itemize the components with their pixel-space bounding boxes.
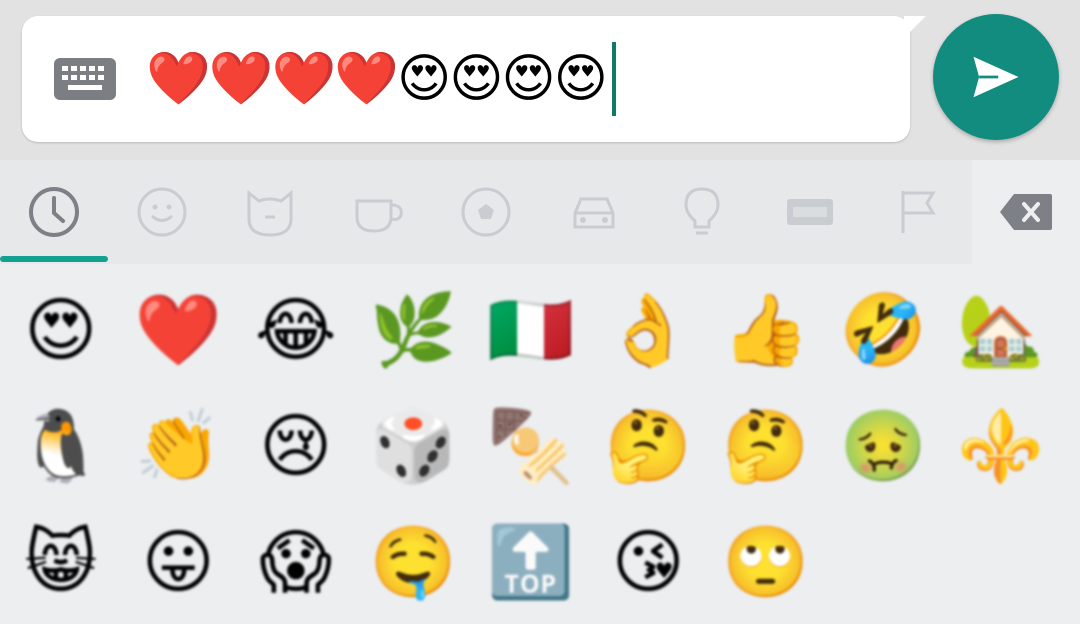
keyboard-icon[interactable] xyxy=(54,58,116,100)
emoji-key[interactable]: 😱 xyxy=(237,504,355,620)
emoji-key[interactable]: 🍢 xyxy=(472,388,590,504)
emoji-key[interactable]: 🤢 xyxy=(825,388,943,504)
send-button[interactable] xyxy=(933,14,1059,140)
emoji-key[interactable]: 🙄 xyxy=(707,504,825,620)
soccer-ball-icon xyxy=(461,187,511,237)
tab-animals[interactable] xyxy=(216,160,324,264)
tab-recent[interactable] xyxy=(0,160,108,264)
backspace-icon xyxy=(1000,194,1052,230)
car-icon xyxy=(573,197,615,229)
symbols-icon xyxy=(787,199,833,225)
emoji-key[interactable]: 🎲 xyxy=(355,388,473,504)
tab-objects[interactable] xyxy=(648,160,756,264)
cat-face-icon xyxy=(247,189,293,237)
emoji-key[interactable]: 👍 xyxy=(707,272,825,388)
tab-activity[interactable] xyxy=(432,160,540,264)
emoji-key[interactable]: 😢 xyxy=(237,388,355,504)
emoji-key[interactable]: 👏 xyxy=(120,388,238,504)
emoji-key[interactable]: 🔝 xyxy=(472,504,590,620)
emoji-key[interactable]: 🤔 xyxy=(590,388,708,504)
smiley-icon xyxy=(137,187,187,237)
tab-food[interactable] xyxy=(324,160,432,264)
text-caret xyxy=(611,42,616,116)
emoji-key[interactable]: 🐧 xyxy=(2,388,120,504)
selected-tab-indicator xyxy=(0,256,108,262)
emoji-key[interactable]: 🤔 xyxy=(707,388,825,504)
emoji-key[interactable]: 🌿 xyxy=(355,272,473,388)
clock-icon xyxy=(29,187,79,237)
emoji-key[interactable]: 😂 xyxy=(237,272,355,388)
emoji-key[interactable]: 🤤 xyxy=(355,504,473,620)
emoji-key[interactable]: 🇮🇹 xyxy=(472,272,590,388)
tab-symbols[interactable] xyxy=(756,160,864,264)
emoji-category-tabs xyxy=(0,160,1080,264)
emoji-key[interactable]: 😸 xyxy=(2,504,120,620)
emoji-key[interactable]: 🏡 xyxy=(942,272,1060,388)
tab-smileys[interactable] xyxy=(108,160,216,264)
emoji-key[interactable]: 🤣 xyxy=(825,272,943,388)
coffee-cup-icon xyxy=(355,199,403,233)
emoji-key[interactable]: ⚜️ xyxy=(942,388,1060,504)
message-input[interactable]: ❤️❤️❤️❤️😍😍😍😍 xyxy=(22,16,926,142)
emoji-keyboard: 😍 ❤️ 😂 🌿 🇮🇹 👌 👍 🤣 🏡 🐧 👏 😢 🎲 🍢 🤔 🤔 🤢 ⚜️ 😸 😛 😱 🤤 🔝 😘 🙄 xyxy=(0,160,1080,624)
backspace-button[interactable] xyxy=(972,160,1080,264)
compose-bar: ❤️❤️❤️❤️😍😍😍😍 xyxy=(0,0,1080,160)
message-text-value: ❤️❤️❤️❤️😍😍😍😍 xyxy=(146,49,608,109)
message-text[interactable]: ❤️❤️❤️❤️😍😍😍😍 xyxy=(146,42,616,116)
emoji-key[interactable]: 😛 xyxy=(120,504,238,620)
emoji-key[interactable]: 😍 xyxy=(2,272,120,388)
flag-icon xyxy=(901,191,936,233)
recent-emoji-grid: 😍 ❤️ 😂 🌿 🇮🇹 👌 👍 🤣 🏡 🐧 👏 😢 🎲 🍢 🤔 🤔 🤢 ⚜️ 😸 😛 😱 🤤 🔝 😘 🙄 xyxy=(0,272,1080,620)
emoji-key[interactable]: 😘 xyxy=(590,504,708,620)
send-icon xyxy=(973,56,1019,98)
tab-flags[interactable] xyxy=(864,160,972,264)
tab-travel[interactable] xyxy=(540,160,648,264)
lightbulb-icon xyxy=(684,187,720,235)
emoji-key[interactable]: ❤️ xyxy=(120,272,238,388)
emoji-key[interactable]: 👌 xyxy=(590,272,708,388)
